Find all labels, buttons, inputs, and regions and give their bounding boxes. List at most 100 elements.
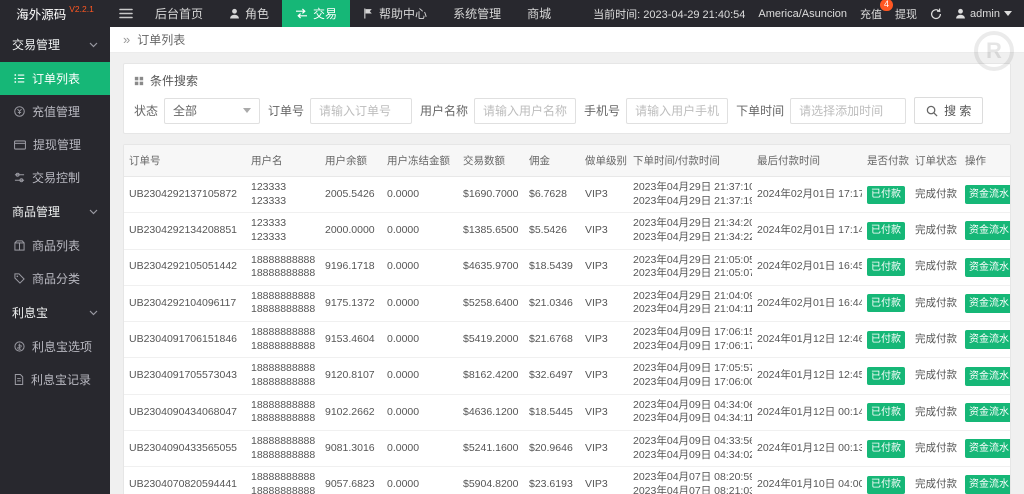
level-cell: VIP3: [580, 285, 628, 323]
fund-flow-button[interactable]: 资金流水: [965, 293, 1010, 313]
sidebar-item-goods-list[interactable]: 商品列表: [0, 229, 110, 262]
sidebar-item-label: 订单列表: [32, 72, 81, 86]
balance-cell: 2005.5426: [320, 176, 382, 214]
sidebar-item-order-list[interactable]: 订单列表: [0, 62, 110, 95]
order-no-input[interactable]: [310, 97, 413, 124]
sidebar-item-goods-category[interactable]: 商品分类: [0, 262, 110, 295]
username-cell: 18888888888 18888888888: [246, 249, 320, 286]
recharge-link[interactable]: 充值 4: [860, 0, 894, 22]
search-button[interactable]: 搜 索: [914, 97, 984, 124]
order-pay-time-cell: 2023年04月29日 21:34:20 2023年04月29日 21:34:22: [628, 212, 752, 250]
fund-flow-button[interactable]: 资金流水: [965, 185, 1010, 205]
nav-item-home[interactable]: 后台首页: [142, 0, 216, 27]
breadcrumb: » 订单列表: [110, 27, 1024, 53]
order-pay-time-cell-line2: 2023年04月29日 21:34:22: [633, 230, 752, 243]
column-header: 交易数额: [458, 145, 524, 177]
search-panel: 条件搜索 状态 全部 订单号 用户名称: [123, 63, 1011, 134]
pay-status-cell: 已付款: [862, 285, 910, 323]
username-cell: 18888888888 18888888888: [246, 321, 320, 359]
caret-down-icon: [1004, 11, 1012, 16]
balance-cell: 9102.2662: [320, 394, 382, 431]
phone-input[interactable]: [626, 97, 729, 124]
username-cell: 123333 123333: [246, 176, 320, 214]
commission-cell: $23.6193: [524, 466, 580, 494]
level-cell: VIP3: [580, 249, 628, 286]
pay-status-cell: 已付款: [862, 466, 910, 494]
trade-amount-cell: $1385.6500: [458, 212, 524, 250]
order-no-field: 订单号: [268, 97, 413, 124]
withdraw-link[interactable]: 提现: [895, 6, 917, 22]
paid-badge: 已付款: [867, 221, 905, 240]
nav-item-label: 角色: [245, 7, 270, 21]
breadcrumb-current: 订单列表: [137, 33, 186, 47]
order-status-cell: 完成付款: [910, 394, 960, 431]
admin-menu[interactable]: admin: [955, 8, 1012, 20]
app-logo: 海外源码 V2.2.1: [0, 0, 110, 27]
sidebar-item-label: 商品分类: [32, 272, 81, 286]
sidebar-item-trade-control[interactable]: 交易控制: [0, 161, 110, 194]
nav-item-label: 交易: [313, 7, 338, 21]
status-select[interactable]: 全部: [164, 97, 261, 124]
sidebar-item-withdraw-mgmt[interactable]: 提现管理: [0, 128, 110, 161]
balance-cell: 9081.3016: [320, 430, 382, 468]
username-cell-line1: 18888888888: [251, 434, 316, 447]
order-pay-time-cell-line1: 2023年04月29日 21:04:09: [633, 289, 752, 302]
fund-flow-button[interactable]: 资金流水: [965, 257, 1010, 277]
trade-amount-cell: $5258.6400: [458, 285, 524, 323]
frozen-amount-cell: 0.0000: [382, 357, 458, 395]
level-cell: VIP3: [580, 466, 628, 494]
order-pay-time-cell-line2: 2023年04月09日 17:06:17: [633, 339, 752, 352]
sidebar-section-trade-mgmt[interactable]: 交易管理: [0, 27, 110, 62]
action-cell: 资金流水: [960, 466, 1010, 494]
sidebar-section-interest[interactable]: 利息宝: [0, 295, 110, 330]
fund-flow-button[interactable]: 资金流水: [965, 439, 1010, 459]
menu-toggle-icon[interactable]: [110, 0, 142, 27]
order-status-cell: 完成付款: [910, 466, 960, 494]
balance-cell: 9175.1372: [320, 285, 382, 323]
trade-amount-cell: $4635.9700: [458, 249, 524, 286]
refresh-button[interactable]: [930, 8, 942, 20]
fund-flow-button[interactable]: 资金流水: [965, 330, 1010, 350]
level-cell: VIP3: [580, 357, 628, 395]
order-status-cell: 完成付款: [910, 430, 960, 468]
action-cell: 资金流水: [960, 357, 1010, 395]
frozen-amount-cell: 0.0000: [382, 249, 458, 286]
list-icon: [14, 73, 25, 84]
order-time-input[interactable]: [790, 97, 907, 124]
sidebar-section-label: 交易管理: [12, 38, 61, 52]
username-cell-line2: 18888888888: [251, 484, 316, 494]
phone-label: 手机号: [584, 104, 621, 118]
fund-flow-button[interactable]: 资金流水: [965, 221, 1010, 241]
user-icon: [229, 8, 240, 19]
fund-flow-button[interactable]: 资金流水: [965, 366, 1010, 386]
last-pay-time-cell: 2024年02月01日 17:14:20: [752, 212, 862, 250]
commission-cell: $21.6768: [524, 321, 580, 359]
order-status-cell: 完成付款: [910, 212, 960, 250]
username-input[interactable]: [474, 97, 577, 124]
nav-item-trade[interactable]: 交易: [282, 0, 351, 27]
content: 条件搜索 状态 全部 订单号 用户名称: [110, 53, 1024, 494]
sidebar-item-interest-records[interactable]: 利息宝记录: [0, 363, 110, 396]
fund-flow-button[interactable]: 资金流水: [965, 475, 1010, 494]
fund-flow-button[interactable]: 资金流水: [965, 402, 1010, 422]
column-header: 做单级别: [580, 145, 628, 177]
order-pay-time-cell: 2023年04月29日 21:37:10 2023年04月29日 21:37:19: [628, 176, 752, 214]
username-cell-line2: 18888888888: [251, 303, 316, 316]
nav-item-mall[interactable]: 商城: [514, 0, 564, 27]
sidebar-section-goods-mgmt[interactable]: 商品管理: [0, 194, 110, 229]
pay-status-cell: 已付款: [862, 212, 910, 250]
record-icon: [14, 374, 24, 385]
sidebar-item-recharge-mgmt[interactable]: 充值管理: [0, 95, 110, 128]
nav-item-roles[interactable]: 角色: [216, 0, 282, 27]
action-cell: 资金流水: [960, 249, 1010, 286]
username-cell-line2: 18888888888: [251, 448, 316, 461]
commission-cell: $18.5445: [524, 394, 580, 431]
column-header: 用户余额: [320, 145, 382, 177]
column-header: 操作: [960, 145, 1010, 177]
nav-item-system[interactable]: 系统管理: [440, 0, 514, 27]
sidebar-item-interest-options[interactable]: 利息宝选项: [0, 330, 110, 363]
action-cell: 资金流水: [960, 176, 1010, 214]
nav-item-help[interactable]: 帮助中心: [350, 0, 440, 27]
sidebar-item-label: 交易控制: [32, 171, 81, 185]
exchange-icon: [295, 8, 308, 19]
